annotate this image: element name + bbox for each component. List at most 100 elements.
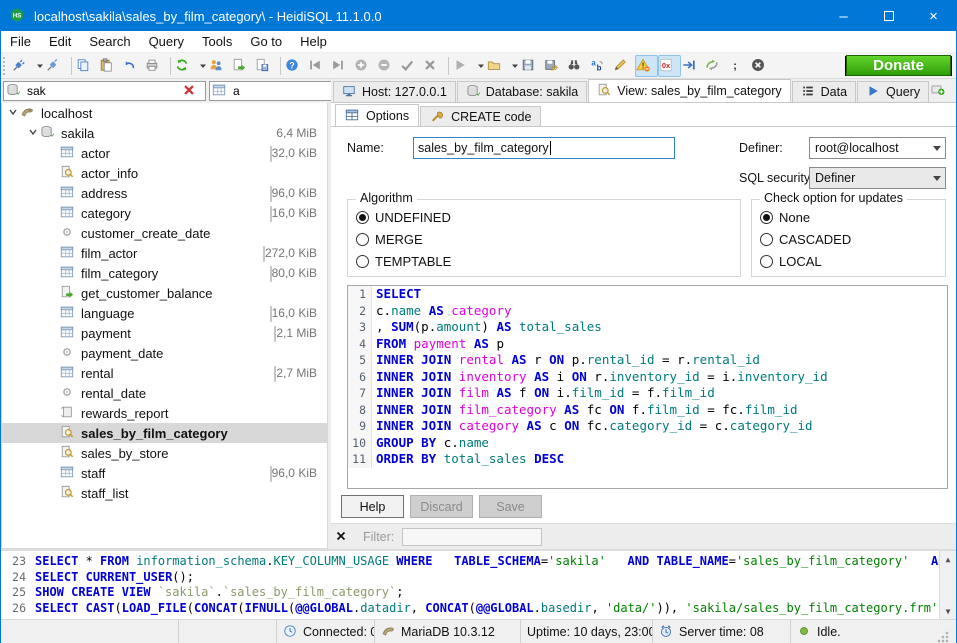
check-option-radio-local[interactable]: LOCAL xyxy=(752,250,945,272)
refresh-dropdown-caret[interactable] xyxy=(197,55,208,77)
tree-item-customer-create-date[interactable]: ⚙customer_create_date xyxy=(2,223,327,243)
tree-item-rental-date[interactable]: ⚙rental_date xyxy=(2,383,327,403)
tree-item-payment-date[interactable]: ⚙payment_date xyxy=(2,343,327,363)
menu-item-file[interactable]: File xyxy=(1,31,40,52)
reconnect-button[interactable] xyxy=(704,55,727,77)
tree-item-staff-list[interactable]: staff_list xyxy=(2,483,327,503)
bind-params-button[interactable]: ! xyxy=(635,55,658,77)
tree-item-localhost[interactable]: localhost xyxy=(2,103,327,123)
donate-button[interactable]: Donate xyxy=(845,56,952,76)
export-button[interactable] xyxy=(231,55,254,77)
definer-combobox[interactable]: root@localhost xyxy=(809,137,946,159)
find-button[interactable] xyxy=(566,55,589,77)
view-name-input[interactable]: sales_by_film_category xyxy=(413,137,675,159)
close-button[interactable]: × xyxy=(911,1,956,31)
toolbar-separator xyxy=(280,57,281,75)
menu-item-go-to[interactable]: Go to xyxy=(241,31,291,52)
new-query-tab-button[interactable] xyxy=(930,79,953,101)
sql-security-combobox[interactable]: Definer xyxy=(809,167,946,189)
menu-item-search[interactable]: Search xyxy=(80,31,139,52)
menu-item-query[interactable]: Query xyxy=(140,31,193,52)
tab-query[interactable]: Query xyxy=(857,81,929,102)
new-window-button[interactable] xyxy=(45,55,68,77)
paste-button[interactable] xyxy=(98,55,121,77)
session-manager-dropdown-caret[interactable] xyxy=(34,55,45,77)
print-button[interactable] xyxy=(144,55,167,77)
chevron-expanded-icon[interactable] xyxy=(26,127,40,140)
algorithm-radio-temptable[interactable]: TEMPTABLE xyxy=(348,250,740,272)
tree-item-sales-by-film-category[interactable]: sales_by_film_category xyxy=(2,423,327,443)
minimize-button[interactable]: – xyxy=(821,1,866,31)
view-icon xyxy=(60,425,76,441)
algorithm-radio-merge[interactable]: MERGE xyxy=(348,228,740,250)
open-file-dropdown-caret[interactable] xyxy=(509,55,520,77)
save-button[interactable] xyxy=(520,55,543,77)
discard-button[interactable]: Discard xyxy=(410,495,473,518)
last-button[interactable] xyxy=(330,55,353,77)
database-filter-input[interactable] xyxy=(27,84,182,98)
tab-host-127-0-0-1[interactable]: Host: 127.0.0.1 xyxy=(333,81,456,102)
maximize-button[interactable] xyxy=(866,1,911,31)
check-option-radio-cascaded[interactable]: CASCADED xyxy=(752,228,945,250)
tree-item-sales-by-store[interactable]: sales_by_store xyxy=(2,443,327,463)
chevron-expanded-icon[interactable] xyxy=(6,107,20,120)
cancel-button[interactable] xyxy=(422,55,445,77)
tree-item-payment[interactable]: payment2,1 MiB xyxy=(2,323,327,343)
resize-grip[interactable] xyxy=(936,630,950,643)
tree-item-category[interactable]: category16,0 KiB xyxy=(2,203,327,223)
tree-item-address[interactable]: address96,0 KiB xyxy=(2,183,327,203)
tree-item-sakila[interactable]: ✓sakila6,4 MiB xyxy=(2,123,327,143)
session-manager-button[interactable] xyxy=(11,55,34,77)
replace-button[interactable]: ab xyxy=(589,55,612,77)
help-button[interactable]: Help xyxy=(341,495,404,518)
close-filter-icon[interactable] xyxy=(331,529,357,545)
subtab-create-code[interactable]: CREATE code xyxy=(420,106,541,126)
menu-item-help[interactable]: Help xyxy=(291,31,336,52)
menu-item-tools[interactable]: Tools xyxy=(193,31,241,52)
filter-input[interactable] xyxy=(402,528,542,546)
scroll-up-icon[interactable]: ▲ xyxy=(946,551,951,567)
delimiter-button[interactable]: ; xyxy=(727,55,750,77)
clear-database-filter-icon[interactable] xyxy=(182,83,198,99)
stop-button[interactable] xyxy=(750,55,773,77)
next-query-button[interactable] xyxy=(681,55,704,77)
subtab-options[interactable]: Options xyxy=(335,104,419,126)
tree-item-actor[interactable]: actor32,0 KiB xyxy=(2,143,327,163)
run-dropdown-caret[interactable] xyxy=(475,55,486,77)
remove-button[interactable] xyxy=(376,55,399,77)
help-button[interactable]: ? xyxy=(284,55,307,77)
add-button[interactable] xyxy=(353,55,376,77)
menu-item-edit[interactable]: Edit xyxy=(40,31,80,52)
undo-button[interactable] xyxy=(121,55,144,77)
tree-item-film-category[interactable]: film_category80,0 KiB xyxy=(2,263,327,283)
save-as-button[interactable] xyxy=(543,55,566,77)
toolbar-grip[interactable] xyxy=(3,57,9,75)
apply-button[interactable] xyxy=(399,55,422,77)
tree-item-actor-info[interactable]: actor_info xyxy=(2,163,327,183)
tab-database-sakila[interactable]: ✓Database: sakila xyxy=(457,81,587,102)
tree-item-rewards-report[interactable]: rewards_report xyxy=(2,403,327,423)
insert-files-button[interactable] xyxy=(254,55,277,77)
reformat-button[interactable] xyxy=(612,55,635,77)
save-button[interactable]: Save xyxy=(479,495,542,518)
user-manager-button[interactable] xyxy=(208,55,231,77)
refresh-button[interactable] xyxy=(174,55,197,77)
copy-button[interactable] xyxy=(75,55,98,77)
open-file-button[interactable] xyxy=(486,55,509,77)
tree-item-rental[interactable]: rental2,7 MiB xyxy=(2,363,327,383)
log-scrollbar[interactable]: ▲ ▼ xyxy=(939,551,956,619)
tree-item-film-actor[interactable]: film_actor272,0 KiB xyxy=(2,243,327,263)
tree-item-language[interactable]: language16,0 KiB xyxy=(2,303,327,323)
tree-item-staff[interactable]: staff96,0 KiB xyxy=(2,463,327,483)
hex-view-button[interactable]: 0x xyxy=(658,55,681,77)
first-button[interactable] xyxy=(307,55,330,77)
algorithm-radio-undefined[interactable]: UNDEFINED xyxy=(348,206,740,228)
view-select-editor[interactable]: 1SELECT2c.name AS category3, SUM(p.amoun… xyxy=(347,285,948,489)
tree-item-get-customer-balance[interactable]: get_customer_balance xyxy=(2,283,327,303)
scroll-down-icon[interactable]: ▼ xyxy=(946,603,951,619)
run-button[interactable] xyxy=(452,55,475,77)
line-number: 26 xyxy=(1,601,31,617)
tab-data[interactable]: Data xyxy=(792,81,856,102)
check-option-radio-none[interactable]: None xyxy=(752,206,945,228)
tab-view-sales-by-film-category[interactable]: View: sales_by_film_category xyxy=(588,79,790,102)
